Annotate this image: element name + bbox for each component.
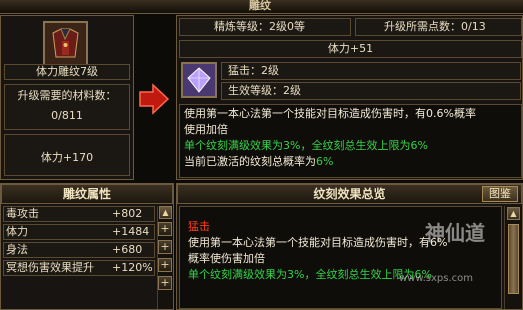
attribute-panel: 雕纹属性 毒攻击 +802 体力 +1484 身法 +680 冥想伤害效果提升 +120% ▲… bbox=[0, 183, 174, 310]
attribute-name: 冥想伤害效果提升 bbox=[6, 261, 94, 274]
legend-button[interactable]: 图鉴 bbox=[482, 186, 518, 202]
desc-line-3-prefix: 当前已激活的纹刻总概率为 bbox=[184, 155, 316, 168]
attribute-panel-title: 雕纹属性 bbox=[1, 184, 173, 204]
item-slot[interactable] bbox=[43, 21, 88, 66]
materials-label: 升级需要的材料数： bbox=[17, 89, 117, 102]
item-name: 体力雕纹7级 bbox=[4, 64, 130, 80]
left-item-panel: 体力雕纹7级 升级需要的材料数： 0/811 体力+170 bbox=[0, 15, 134, 180]
desc-line-3-value: 6% bbox=[316, 155, 334, 168]
summary-scroll-up-button[interactable]: ▲ bbox=[507, 207, 520, 220]
left-stat-box: 体力+170 bbox=[4, 134, 130, 176]
scroll-up-button[interactable]: ▲ bbox=[159, 206, 172, 219]
attribute-name: 毒攻击 bbox=[6, 207, 39, 220]
watermark-text: 神仙道 bbox=[425, 221, 485, 245]
skill-name: 猛击：2级 bbox=[221, 62, 521, 80]
left-stat-value: 体力+170 bbox=[40, 151, 94, 164]
desc-green-line: 单个纹刻满级效果为3%，全纹刻总生效上限为6% bbox=[184, 139, 428, 152]
desc-line-1: 使用第一本心法第一个技能对目标造成伤害时，有0.6%概率 bbox=[184, 107, 476, 120]
desc-line-3: 当前已激活的纹刻总概率为6% bbox=[184, 154, 517, 170]
attribute-value: +680 bbox=[112, 243, 143, 256]
summary-panel-title: 纹刻效果总览 bbox=[177, 184, 522, 204]
materials-box: 升级需要的材料数： 0/811 bbox=[4, 84, 130, 130]
window-title: 雕纹 bbox=[249, 0, 271, 12]
armor-icon bbox=[45, 23, 86, 64]
attribute-row: 毒攻击 +802 bbox=[3, 206, 155, 222]
attribute-value: +1484 bbox=[112, 225, 150, 238]
attribute-value: +120% bbox=[112, 261, 153, 274]
attribute-name: 身法 bbox=[6, 243, 28, 256]
right-detail-panel: 精炼等级：2级0等 升级所需点数：0/13 体力+51 猛击：2级 生效等级：2… bbox=[176, 15, 523, 180]
materials-value: 0/811 bbox=[51, 109, 83, 122]
attribute-row: 体力 +1484 bbox=[3, 224, 155, 240]
attribute-name: 体力 bbox=[6, 225, 28, 238]
stat-bar: 体力+51 bbox=[179, 40, 522, 58]
attribute-scrollbar[interactable]: ▲ + + + + bbox=[157, 206, 173, 309]
add-meditation-button[interactable]: + bbox=[158, 276, 172, 290]
attribute-value: +802 bbox=[112, 207, 143, 220]
rune-slot[interactable] bbox=[181, 62, 217, 98]
effect-level: 生效等级：2级 bbox=[221, 82, 521, 100]
add-stamina-button[interactable]: + bbox=[158, 240, 172, 254]
watermark-url: www.sxps.com bbox=[399, 273, 474, 284]
add-attack-button[interactable]: + bbox=[158, 222, 172, 236]
summary-scroll-thumb[interactable] bbox=[508, 224, 519, 294]
desc-line-2: 使用加倍 bbox=[184, 123, 228, 136]
upgrade-arrow-icon bbox=[137, 82, 171, 116]
add-agility-button[interactable]: + bbox=[158, 258, 172, 272]
attribute-row: 冥想伤害效果提升 +120% bbox=[3, 260, 155, 276]
attribute-row: 身法 +680 bbox=[3, 242, 155, 258]
description-box: 使用第一本心法第一个技能对目标造成伤害时，有0.6%概率 使用加倍 单个纹刻满级… bbox=[179, 104, 522, 178]
upgrade-points: 升级所需点数：0/13 bbox=[355, 18, 522, 36]
summary-panel: 纹刻效果总览 图鉴 猛击 使用第一本心法第一个技能对目标造成伤害时，有6% 概率… bbox=[176, 183, 523, 310]
refine-level: 精炼等级：2级0等 bbox=[179, 18, 351, 36]
crystal-icon bbox=[183, 64, 215, 96]
window-title-bar: 雕纹 bbox=[0, 0, 523, 14]
watermark: 神仙道 www.sxps.com bbox=[399, 217, 507, 284]
